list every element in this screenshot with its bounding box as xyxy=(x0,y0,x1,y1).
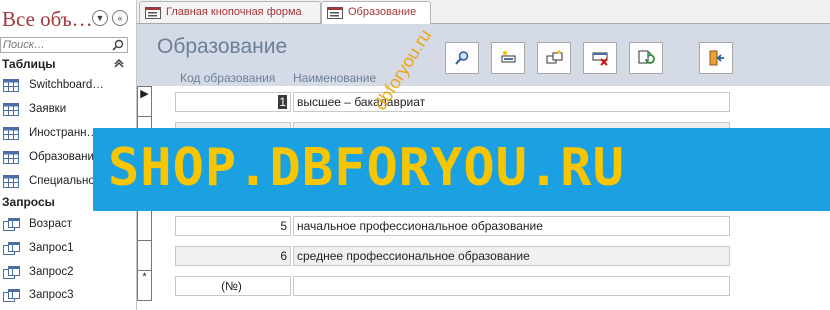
table-icon xyxy=(3,151,19,167)
nav-item-query[interactable]: Возраст xyxy=(0,215,126,235)
record-row[interactable]: 5 начальное профессиональное образование xyxy=(137,210,830,241)
nav-item-label: Запрос2 xyxy=(29,266,74,278)
tab-main-switchboard[interactable]: Главная кнопочная форма xyxy=(139,1,321,23)
query-icon xyxy=(3,242,20,259)
new-record-selector[interactable]: * xyxy=(137,270,152,301)
table-icon xyxy=(3,79,19,95)
nav-item-query[interactable]: Запрос2 xyxy=(0,263,126,283)
tab-education[interactable]: Образование xyxy=(321,1,431,25)
nav-item-label: Заявки xyxy=(29,103,67,115)
chevron-down-icon[interactable]: ▼ xyxy=(92,10,108,26)
nav-title[interactable]: Все объ… xyxy=(2,7,93,32)
exit-button[interactable] xyxy=(699,42,733,74)
refresh-icon xyxy=(638,50,655,64)
nav-item-label: Запрос3 xyxy=(29,289,74,301)
watermark-banner: SHOP.DBFORYOU.RU xyxy=(93,128,830,211)
nav-item-label: Иностранн… xyxy=(29,127,99,139)
query-icon xyxy=(3,289,20,306)
new-record-icon xyxy=(501,51,516,63)
name-field[interactable]: начальное профессиональное образование xyxy=(293,216,730,236)
copy-record-button[interactable] xyxy=(537,42,571,74)
nav-item-table[interactable]: Switchboard… xyxy=(0,76,126,96)
name-field[interactable]: высшее – бакалавриат xyxy=(293,92,730,112)
search-icon[interactable] xyxy=(112,39,124,54)
search-button[interactable] xyxy=(445,42,479,74)
watermark-banner-text: SHOP.DBFORYOU.RU xyxy=(108,138,625,198)
exit-door-icon xyxy=(709,50,724,66)
new-record-row[interactable]: * (№) xyxy=(137,270,830,301)
name-field[interactable] xyxy=(293,276,730,296)
chevron-up-icon xyxy=(114,57,124,71)
nav-header: Все объ… ▼ « xyxy=(0,0,130,36)
group-label: Таблицы xyxy=(2,57,56,71)
record-selector[interactable] xyxy=(137,210,152,241)
copy-record-icon xyxy=(546,50,563,64)
table-icon xyxy=(3,103,19,119)
new-record-button[interactable] xyxy=(491,42,525,74)
collapse-nav-icon[interactable]: « xyxy=(112,10,128,26)
nav-item-table[interactable]: Заявки xyxy=(0,100,126,120)
tab-label: Главная кнопочная форма xyxy=(166,6,302,18)
name-field[interactable]: среднее профессиональное образование xyxy=(293,246,730,266)
tab-label: Образование xyxy=(348,6,417,18)
refresh-button[interactable] xyxy=(629,42,663,74)
record-row[interactable]: 6 среднее профессиональное образование xyxy=(137,240,830,271)
record-selector[interactable]: ▶ xyxy=(137,86,152,117)
record-row[interactable]: ▶ 1 высшее – бакалавриат xyxy=(137,86,830,117)
table-icon xyxy=(3,127,19,143)
search-input[interactable] xyxy=(1,38,103,52)
query-icon xyxy=(3,266,20,283)
record-selector[interactable] xyxy=(137,240,152,271)
table-icon xyxy=(3,175,19,191)
nav-item-query[interactable]: Запрос3 xyxy=(0,286,126,306)
nav-item-label: Запрос1 xyxy=(29,242,74,254)
nav-item-label: Возраст xyxy=(29,218,73,230)
code-field[interactable]: 1 xyxy=(175,92,291,112)
nav-item-query[interactable]: Запрос1 xyxy=(0,239,126,259)
group-label: Запросы xyxy=(2,195,55,209)
code-value: 1 xyxy=(278,95,287,109)
document-tab-bar: Главная кнопочная форма Образование xyxy=(137,0,830,25)
code-field[interactable]: 5 xyxy=(175,216,291,236)
delete-record-button[interactable] xyxy=(583,42,617,74)
delete-record-icon xyxy=(592,52,608,66)
column-header-code: Код образования xyxy=(180,71,276,85)
column-header-name: Наименование xyxy=(293,71,377,85)
nav-item-label: Switchboard… xyxy=(29,79,104,91)
query-icon xyxy=(3,218,20,235)
form-icon xyxy=(327,7,343,22)
search-box[interactable] xyxy=(0,37,128,53)
group-header-tables[interactable]: Таблицы xyxy=(0,57,126,73)
magnifier-icon xyxy=(455,51,469,65)
code-field[interactable]: (№) xyxy=(175,276,291,296)
code-field[interactable]: 6 xyxy=(175,246,291,266)
form-header: Образование Код образования Наименование xyxy=(137,24,830,86)
form-icon xyxy=(145,7,161,22)
form-title: Образование xyxy=(157,35,288,58)
